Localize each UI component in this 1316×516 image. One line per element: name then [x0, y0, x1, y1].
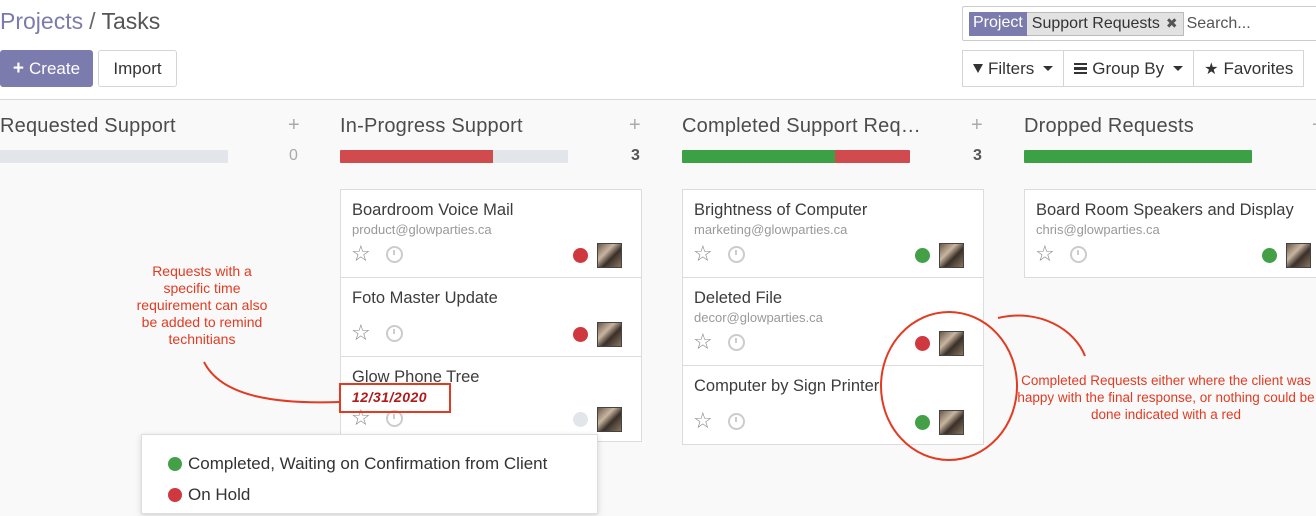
legend-label: Completed, Waiting on Confirmation from …	[188, 453, 548, 473]
legend-item: Completed, Waiting on Confirmation from …	[168, 448, 597, 479]
status-legend: Completed, Waiting on Confirmation from …	[141, 434, 598, 514]
legend-item: On Hold	[168, 479, 597, 510]
legend-label: On Hold	[188, 484, 251, 504]
highlight-circle	[880, 311, 1018, 461]
red-dot-icon	[168, 487, 182, 502]
callout-arrow-line	[203, 361, 340, 404]
green-dot-icon	[168, 456, 182, 471]
callout-arrow-line	[997, 314, 1086, 357]
